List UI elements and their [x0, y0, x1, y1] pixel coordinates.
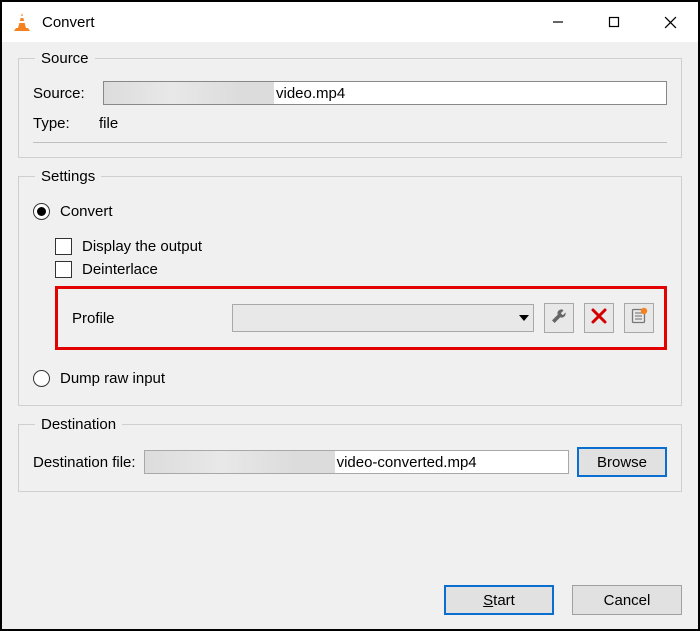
- display-output-label: Display the output: [82, 238, 202, 255]
- source-group: Source Source: video.mp4 Type: file: [18, 50, 682, 158]
- close-button[interactable]: [642, 2, 698, 42]
- type-value: file: [99, 115, 118, 132]
- dump-raw-label: Dump raw input: [60, 370, 165, 387]
- vlc-cone-icon: [12, 12, 32, 32]
- convert-radio-label: Convert: [60, 203, 113, 220]
- settings-group: Settings Convert Display the output Dein…: [18, 168, 682, 406]
- edit-profile-button[interactable]: [544, 303, 574, 333]
- browse-button-label: Browse: [597, 454, 647, 471]
- window-title: Convert: [42, 14, 95, 31]
- titlebar: Convert: [2, 2, 698, 42]
- x-icon: [590, 307, 608, 329]
- delete-profile-button[interactable]: [584, 303, 614, 333]
- source-path-input[interactable]: video.mp4: [103, 81, 667, 105]
- profile-label: Profile: [72, 310, 222, 327]
- browse-button[interactable]: Browse: [577, 447, 667, 477]
- deinterlace-label: Deinterlace: [82, 261, 158, 278]
- destination-legend: Destination: [35, 416, 122, 433]
- profile-combobox[interactable]: [232, 304, 534, 332]
- deinterlace-checkbox[interactable]: [55, 261, 72, 278]
- type-label: Type:: [33, 115, 79, 132]
- new-profile-icon: [630, 307, 648, 329]
- profile-row-highlight: Profile: [55, 286, 667, 350]
- dialog-footer: Start Cancel: [2, 575, 698, 629]
- source-path-blurred: [104, 82, 274, 104]
- start-button[interactable]: Start: [444, 585, 554, 615]
- wrench-icon: [550, 307, 568, 329]
- destination-group: Destination Destination file: video-conv…: [18, 416, 682, 492]
- cancel-button[interactable]: Cancel: [572, 585, 682, 615]
- settings-legend: Settings: [35, 168, 101, 185]
- cancel-button-label: Cancel: [604, 592, 651, 609]
- display-output-checkbox[interactable]: [55, 238, 72, 255]
- dump-raw-radio[interactable]: [33, 370, 50, 387]
- source-separator: [33, 142, 667, 143]
- source-legend: Source: [35, 50, 95, 67]
- source-label: Source:: [33, 85, 95, 102]
- convert-radio[interactable]: [33, 203, 50, 220]
- source-path-visible: video.mp4: [274, 85, 347, 102]
- destination-file-label: Destination file:: [33, 454, 136, 471]
- minimize-button[interactable]: [530, 2, 586, 42]
- maximize-button[interactable]: [586, 2, 642, 42]
- start-button-label: Start: [483, 592, 515, 609]
- destination-path-visible: video-converted.mp4: [335, 454, 479, 471]
- new-profile-button[interactable]: [624, 303, 654, 333]
- chevron-down-icon: [519, 315, 529, 321]
- destination-path-blurred: [145, 451, 335, 473]
- convert-dialog: Convert Source Source: video.mp4 Type:: [0, 0, 700, 631]
- destination-file-input[interactable]: video-converted.mp4: [144, 450, 569, 474]
